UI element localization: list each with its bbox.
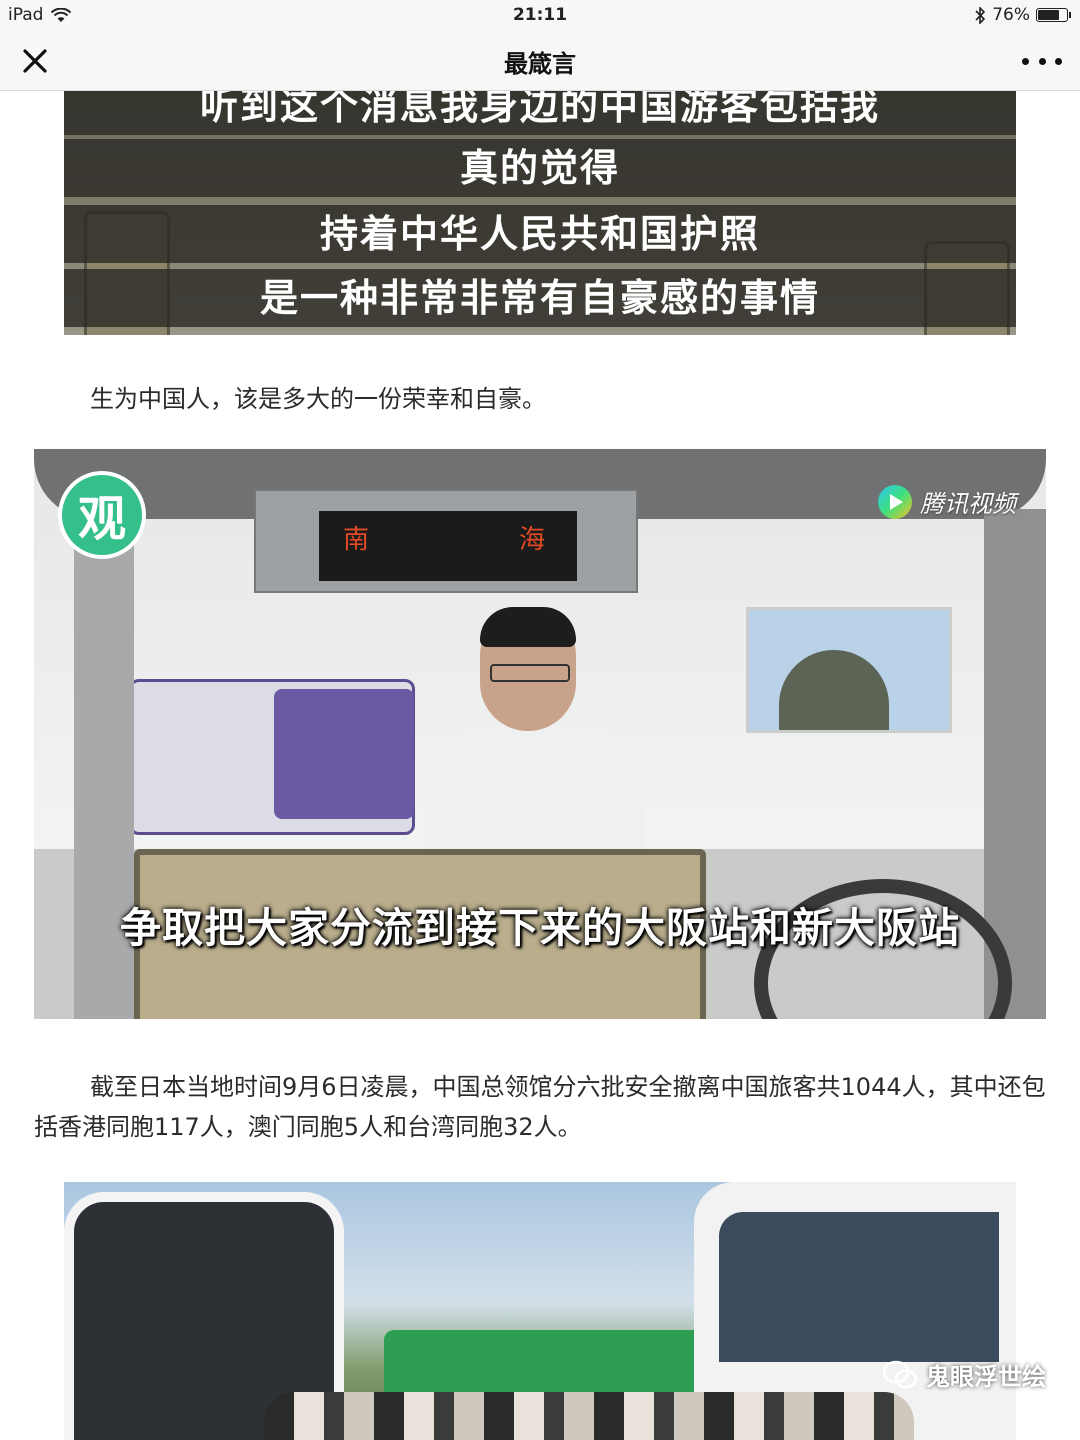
more-dot	[1055, 57, 1062, 65]
bluetooth-icon	[975, 6, 986, 24]
tencent-video-watermark: 腾讯视频	[878, 484, 1016, 519]
article-image-evacuation[interactable]	[64, 1182, 1016, 1440]
image-caption-line: 听到这个消息我身边的中国游客包括我	[64, 91, 1016, 135]
more-dot	[1038, 57, 1046, 65]
clock: 21:11	[512, 5, 568, 25]
battery-icon	[1036, 8, 1071, 22]
article-image-bus-guide[interactable]: 南 海 观 腾讯视频 争取把大家分流到接下来的大阪站和新大阪站	[34, 449, 1046, 1019]
status-bar: iPad 21:11 76%	[0, 0, 1080, 30]
image-caption-line: 是一种非常非常有自豪感的事情	[64, 269, 1016, 327]
destination-char: 南	[343, 525, 370, 555]
person-glasses	[490, 664, 570, 682]
image-caption-line: 真的觉得	[64, 139, 1016, 197]
bus-right-window	[719, 1212, 999, 1362]
account-watermark: 鬼眼浮世绘	[882, 1357, 1046, 1392]
more-icon[interactable]	[1022, 44, 1062, 78]
crowd	[264, 1392, 914, 1440]
battery-level	[1038, 10, 1059, 20]
wechat-icon	[882, 1360, 918, 1388]
mirror-view	[746, 607, 952, 733]
article-content: 听到这个消息我身边的中国游客包括我 真的觉得 持着中华人民共和国护照 是一种非常…	[0, 91, 1080, 1440]
destination-char: 海	[519, 525, 546, 555]
parked-bus-stripe	[274, 689, 414, 819]
tencent-video-icon	[878, 484, 912, 519]
person-hair	[480, 607, 576, 647]
article-paragraph: 生为中国人，该是多大的一份荣幸和自豪。	[90, 385, 546, 413]
account-name: 鬼眼浮世绘	[926, 1363, 1046, 1391]
tencent-video-label: 腾讯视频	[920, 490, 1016, 518]
nav-bar: 最箴言	[0, 30, 1080, 91]
destination-sign: 南 海	[319, 511, 577, 581]
guancha-logo: 观	[58, 471, 146, 559]
page-title: 最箴言	[504, 50, 576, 78]
status-right: 76%	[974, 5, 1071, 25]
video-subtitle: 争取把大家分流到接下来的大阪站和新大阪站	[120, 904, 960, 952]
article-paragraph: 截至日本当地时间9月6日凌晨，中国总领馆分六批安全撤离中国旅客共1044人，其中…	[34, 1073, 1046, 1141]
article-image-subtitles[interactable]: 听到这个消息我身边的中国游客包括我 真的觉得 持着中华人民共和国护照 是一种非常…	[64, 91, 1016, 335]
battery-percent: 76%	[992, 5, 1030, 25]
more-dot	[1022, 57, 1029, 65]
image-caption-line: 持着中华人民共和国护照	[64, 205, 1016, 263]
